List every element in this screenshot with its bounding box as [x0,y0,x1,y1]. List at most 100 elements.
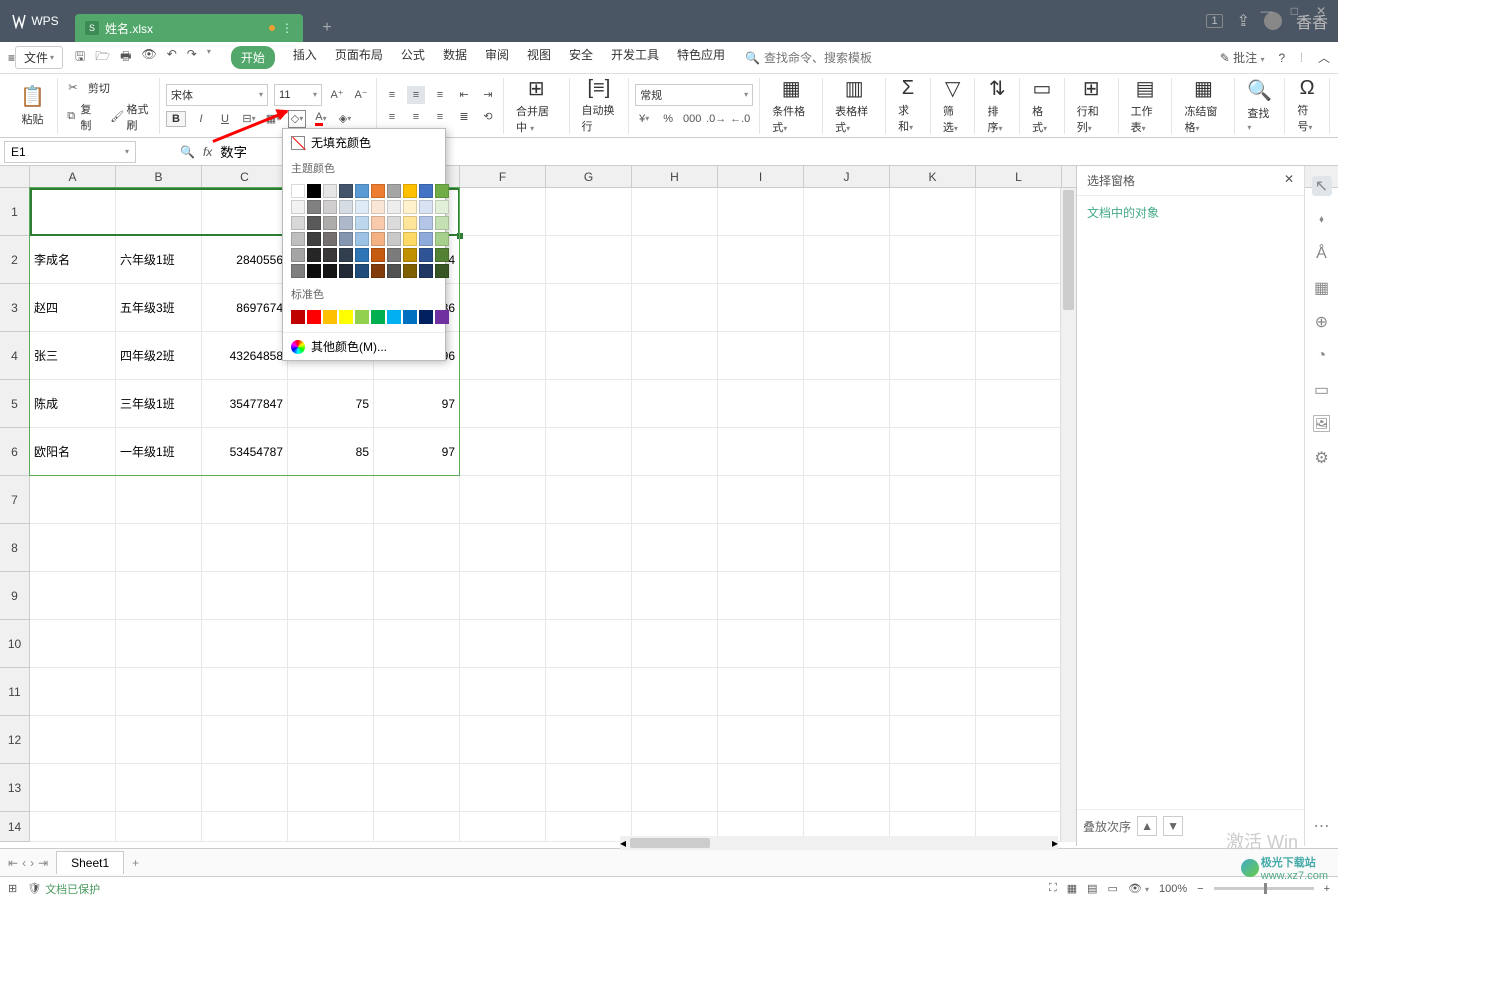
row-header-13[interactable]: 13 [0,764,30,812]
cell-C14[interactable] [202,812,288,842]
cell-F14[interactable] [460,812,546,842]
bring-forward-button[interactable]: ▲ [1137,816,1157,836]
cell-L1[interactable] [976,188,1062,236]
menu-tab-7[interactable]: 安全 [569,46,593,69]
cell-C13[interactable] [202,764,288,812]
color-swatch[interactable] [323,232,337,246]
new-tab-button[interactable]: + [313,14,341,42]
cell-E13[interactable] [374,764,460,812]
color-swatch[interactable] [307,216,321,230]
cell-C11[interactable] [202,668,288,716]
color-swatch[interactable] [291,264,305,278]
sheet-button[interactable]: ▤工作表▾ [1125,76,1166,135]
cell-C5[interactable]: 35477847 [202,380,288,428]
cell-A14[interactable] [30,812,116,842]
cell-A6[interactable]: 欧阳名 [30,428,116,476]
cell-I8[interactable] [718,524,804,572]
color-swatch[interactable] [435,200,449,214]
cell-D5[interactable]: 75 [288,380,374,428]
cell-H9[interactable] [632,572,718,620]
cell-I12[interactable] [718,716,804,764]
align-center-icon[interactable]: ≡ [407,108,425,126]
color-swatch[interactable] [339,232,353,246]
col-header-K[interactable]: K [890,166,976,187]
cond-format-button[interactable]: ▦条件格式▾ [766,76,816,135]
color-swatch[interactable] [339,216,353,230]
panel-close-icon[interactable]: ✕ [1284,172,1294,189]
cell-B4[interactable]: 四年级2班 [116,332,202,380]
cell-K9[interactable] [890,572,976,620]
vertical-scrollbar[interactable] [1060,188,1076,842]
save-icon[interactable]: 🖫 [75,47,85,68]
cell-K5[interactable] [890,380,976,428]
filter-button[interactable]: ▽筛选▾ [937,76,969,135]
color-swatch[interactable] [291,200,305,214]
color-swatch[interactable] [355,184,369,198]
row-header-5[interactable]: 5 [0,380,30,428]
align-bot-icon[interactable]: ≡ [431,86,449,104]
side-icon-8[interactable]: 🖼 [1312,414,1332,434]
color-swatch[interactable] [419,310,433,324]
menu-tab-6[interactable]: 视图 [527,46,551,69]
cell-J12[interactable] [804,716,890,764]
color-swatch[interactable] [435,264,449,278]
align-top-icon[interactable]: ≡ [383,86,401,104]
cell-F5[interactable] [460,380,546,428]
cell-E5[interactable]: 97 [374,380,460,428]
number-format-select[interactable]: 常规▾ [635,84,753,106]
merge-button[interactable]: ⊞合并居中 ▾ [510,76,563,135]
tab-first-icon[interactable]: ⇤ [8,856,18,870]
color-swatch[interactable] [435,310,449,324]
col-header-L[interactable]: L [976,166,1062,187]
cell-J1[interactable] [804,188,890,236]
cell-B8[interactable] [116,524,202,572]
qat-more[interactable]: ▾ [207,47,211,68]
color-swatch[interactable] [371,232,385,246]
color-swatch[interactable] [435,232,449,246]
search-input[interactable] [764,51,884,65]
row-header-8[interactable]: 8 [0,524,30,572]
cell-C4[interactable]: 43264858 [202,332,288,380]
zoom-fx-icon[interactable]: 🔍 [180,145,195,159]
color-swatch[interactable] [387,264,401,278]
cell-D7[interactable] [288,476,374,524]
zoom-slider[interactable] [1214,887,1314,890]
side-icon-9[interactable]: ⚙ [1312,448,1332,468]
row-header-6[interactable]: 6 [0,428,30,476]
collapse-ribbon-icon[interactable]: ︿ [1318,49,1330,66]
cell-H6[interactable] [632,428,718,476]
fill-color-button[interactable]: ◇▾ [288,110,306,128]
row-header-2[interactable]: 2 [0,236,30,284]
file-tab[interactable]: S 姓名.xlsx ⋮ [75,14,303,42]
name-box[interactable]: E1▾ [4,141,136,163]
view-fullscreen-icon[interactable]: ⛶ [1049,882,1057,895]
color-swatch[interactable] [403,200,417,214]
row-header-10[interactable]: 10 [0,620,30,668]
cell-I9[interactable] [718,572,804,620]
row-header-3[interactable]: 3 [0,284,30,332]
col-header-H[interactable]: H [632,166,718,187]
color-swatch[interactable] [387,310,401,324]
cell-L2[interactable] [976,236,1062,284]
hamburger-icon[interactable]: ≡ [8,51,15,65]
col-header-G[interactable]: G [546,166,632,187]
cell-I7[interactable] [718,476,804,524]
cell-B11[interactable] [116,668,202,716]
cell-G10[interactable] [546,620,632,668]
row-header-11[interactable]: 11 [0,668,30,716]
cell-C6[interactable]: 53454787 [202,428,288,476]
color-swatch[interactable] [435,216,449,230]
cell-E12[interactable] [374,716,460,764]
color-swatch[interactable] [291,310,305,324]
color-swatch[interactable] [339,200,353,214]
shrink-font-icon[interactable]: A⁻ [352,86,370,104]
win-min[interactable]: — [1261,4,1273,18]
sync-icon[interactable]: ⇪ [1237,11,1250,31]
cell-A2[interactable]: 李成名 [30,236,116,284]
painter-button[interactable]: 🖌格式刷 [110,101,153,133]
color-swatch[interactable] [419,264,433,278]
menu-tab-2[interactable]: 页面布局 [335,46,383,69]
cell-I10[interactable] [718,620,804,668]
color-swatch[interactable] [339,184,353,198]
color-swatch[interactable] [387,248,401,262]
